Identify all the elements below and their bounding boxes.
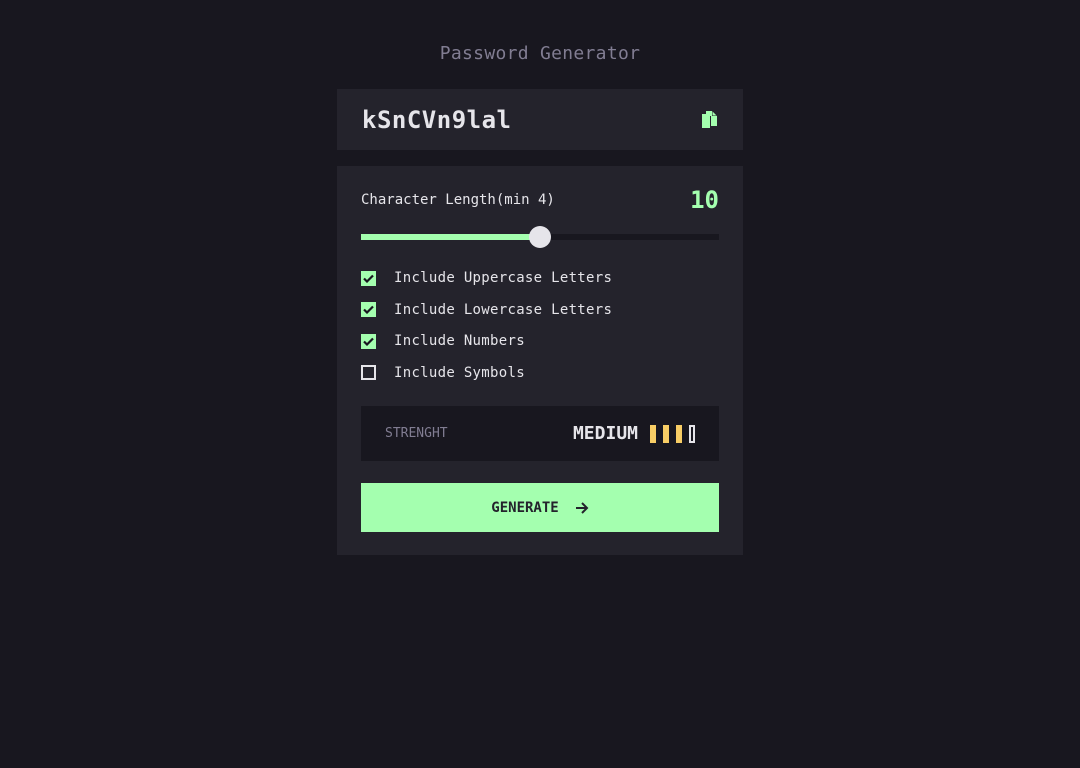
slider-fill (361, 234, 540, 240)
option-uppercase[interactable]: Include Uppercase Letters (361, 268, 719, 288)
copy-icon (702, 110, 717, 128)
check-icon (363, 337, 374, 346)
strength-bar (689, 424, 695, 443)
lowercase-checkbox[interactable] (361, 302, 376, 317)
generate-button[interactable]: GENERATE (361, 483, 719, 532)
check-icon (363, 274, 374, 283)
option-lowercase[interactable]: Include Lowercase Letters (361, 300, 719, 320)
numbers-checkbox[interactable] (361, 333, 376, 349)
strength-bar (663, 424, 669, 443)
strength-bar (676, 424, 682, 443)
copy-button[interactable] (700, 110, 718, 130)
password-generator-app: Password Generator kSnCVn9lal Character … (0, 0, 1080, 768)
option-label: Include Numbers (394, 333, 525, 349)
length-slider[interactable] (361, 226, 719, 248)
length-row: Character Length(min 4) 10 (361, 186, 719, 214)
strength-bar (650, 424, 656, 443)
arrow-right-icon (575, 501, 589, 514)
strength-value: MEDIUM (572, 423, 638, 444)
option-label: Include Lowercase Letters (394, 301, 613, 318)
option-label: Include Symbols (394, 364, 525, 381)
option-symbols[interactable]: Include Symbols (361, 363, 719, 383)
strength-label: STRENGHT (385, 426, 448, 441)
password-text: kSnCVn9lal (362, 105, 512, 134)
character-length-value: 10 (690, 186, 719, 214)
option-label: Include Uppercase Letters (394, 270, 613, 286)
slider-thumb[interactable] (529, 226, 551, 248)
password-output: kSnCVn9lal (337, 89, 743, 150)
options-list: Include Uppercase Letters Include Lowerc… (361, 268, 719, 394)
character-length-label: Character Length(min 4) (361, 192, 555, 208)
strength-indicator: MEDIUM (573, 423, 695, 444)
uppercase-checkbox[interactable] (361, 270, 376, 286)
settings-panel: Character Length(min 4) 10 Include Upper… (337, 166, 743, 555)
strength-bars (650, 424, 695, 443)
check-icon (363, 305, 374, 314)
generate-label: GENERATE (491, 499, 559, 516)
option-numbers[interactable]: Include Numbers (361, 331, 719, 351)
page-title: Password Generator (439, 43, 641, 64)
strength-meter: STRENGHT MEDIUM (361, 406, 719, 461)
symbols-checkbox[interactable] (361, 365, 376, 380)
